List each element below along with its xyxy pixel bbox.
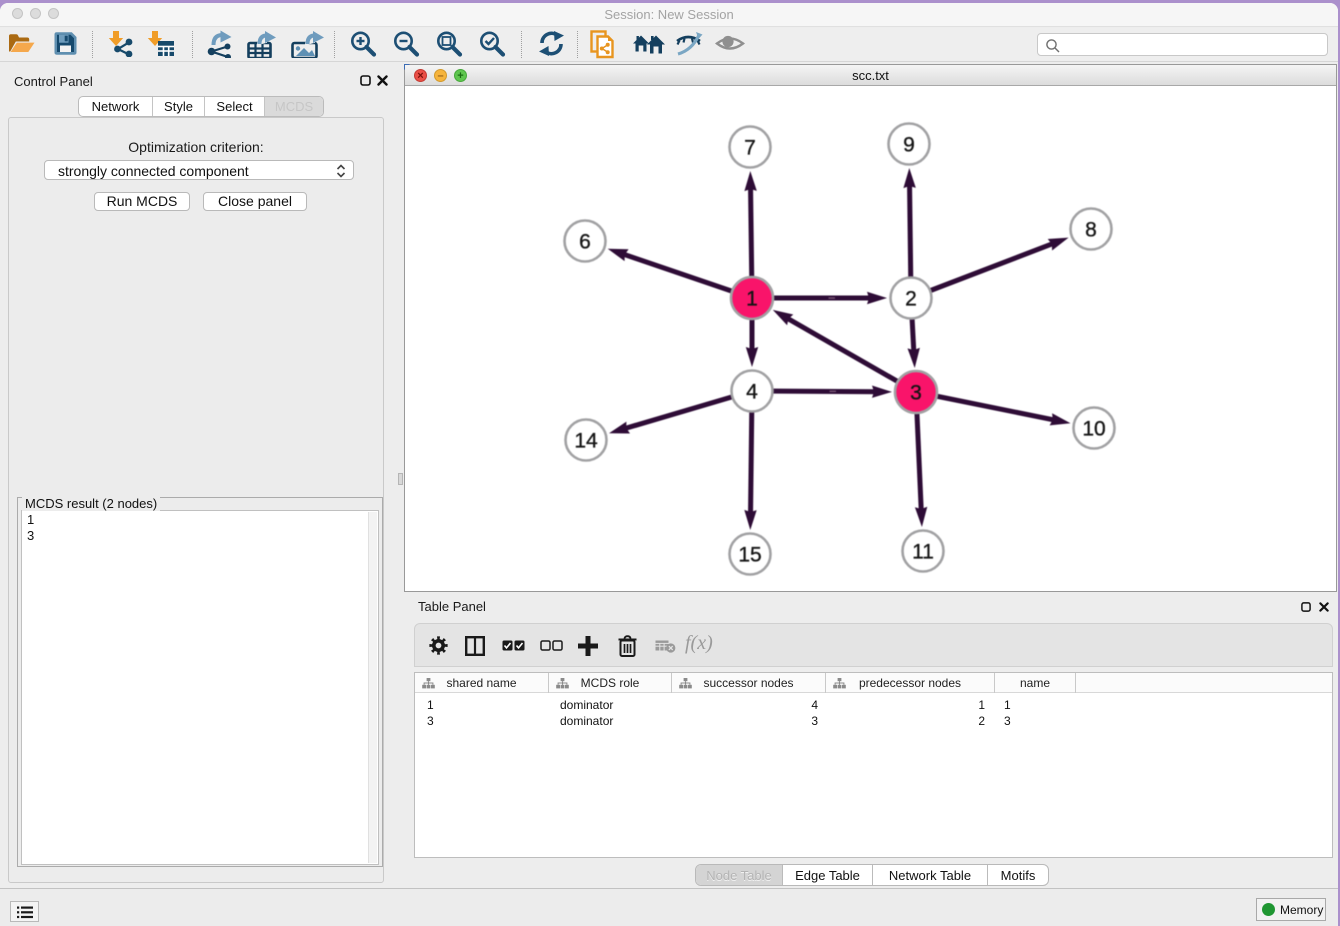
svg-text:10: 10: [1082, 418, 1105, 441]
svg-text:11: 11: [912, 541, 934, 564]
svg-text:8: 8: [1085, 219, 1097, 242]
svg-text:4: 4: [746, 381, 758, 404]
svg-text:3: 3: [910, 382, 922, 405]
svg-text:9: 9: [903, 134, 915, 157]
svg-text:2: 2: [905, 288, 917, 311]
svg-text:6: 6: [579, 231, 591, 254]
svg-text:7: 7: [744, 137, 756, 160]
svg-text:15: 15: [738, 544, 761, 567]
svg-text:1: 1: [746, 288, 758, 311]
svg-text:14: 14: [574, 430, 598, 453]
